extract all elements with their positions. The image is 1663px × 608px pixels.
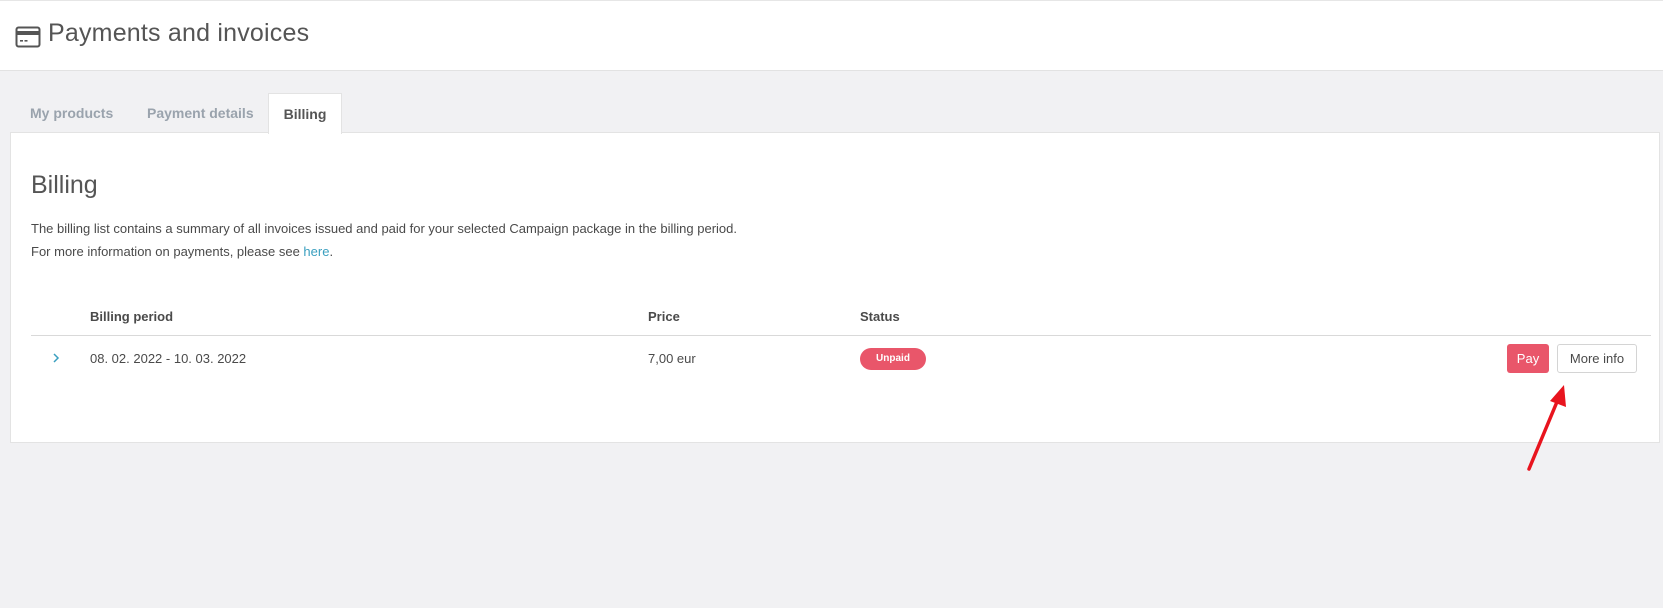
- credit-card-icon: [15, 26, 41, 48]
- chevron-right-icon[interactable]: [51, 348, 63, 368]
- billing-panel: Billing The billing list contains a summ…: [10, 132, 1660, 443]
- table-row: 08. 02. 2022 - 10. 03. 2022 7,00 eur Unp…: [31, 336, 1651, 382]
- more-info-button[interactable]: More info: [1557, 344, 1637, 373]
- column-header-billing-period: Billing period: [90, 309, 174, 324]
- here-link[interactable]: here: [303, 244, 329, 259]
- billing-info-line: For more information on payments, please…: [31, 244, 333, 259]
- tab-billing[interactable]: Billing: [268, 93, 342, 134]
- status-badge: Unpaid: [860, 348, 926, 370]
- column-header-status: Status: [860, 309, 900, 324]
- billing-info-text: For more information on payments, please…: [31, 244, 304, 259]
- column-header-price: Price: [648, 309, 680, 324]
- annotation-arrow: [1527, 385, 1566, 471]
- page-header: Payments and invoices: [0, 0, 1663, 71]
- tab-my-products[interactable]: My products: [20, 93, 123, 133]
- billing-description: The billing list contains a summary of a…: [31, 221, 737, 236]
- billing-title: Billing: [31, 171, 98, 199]
- pay-button[interactable]: Pay: [1507, 344, 1549, 373]
- billing-period-cell: 08. 02. 2022 - 10. 03. 2022: [90, 351, 247, 366]
- tab-payment-details[interactable]: Payment details: [137, 93, 264, 133]
- page-title: Payments and invoices: [48, 19, 310, 47]
- price-cell: 7,00 eur: [648, 351, 696, 366]
- billing-info-suffix: .: [329, 244, 334, 259]
